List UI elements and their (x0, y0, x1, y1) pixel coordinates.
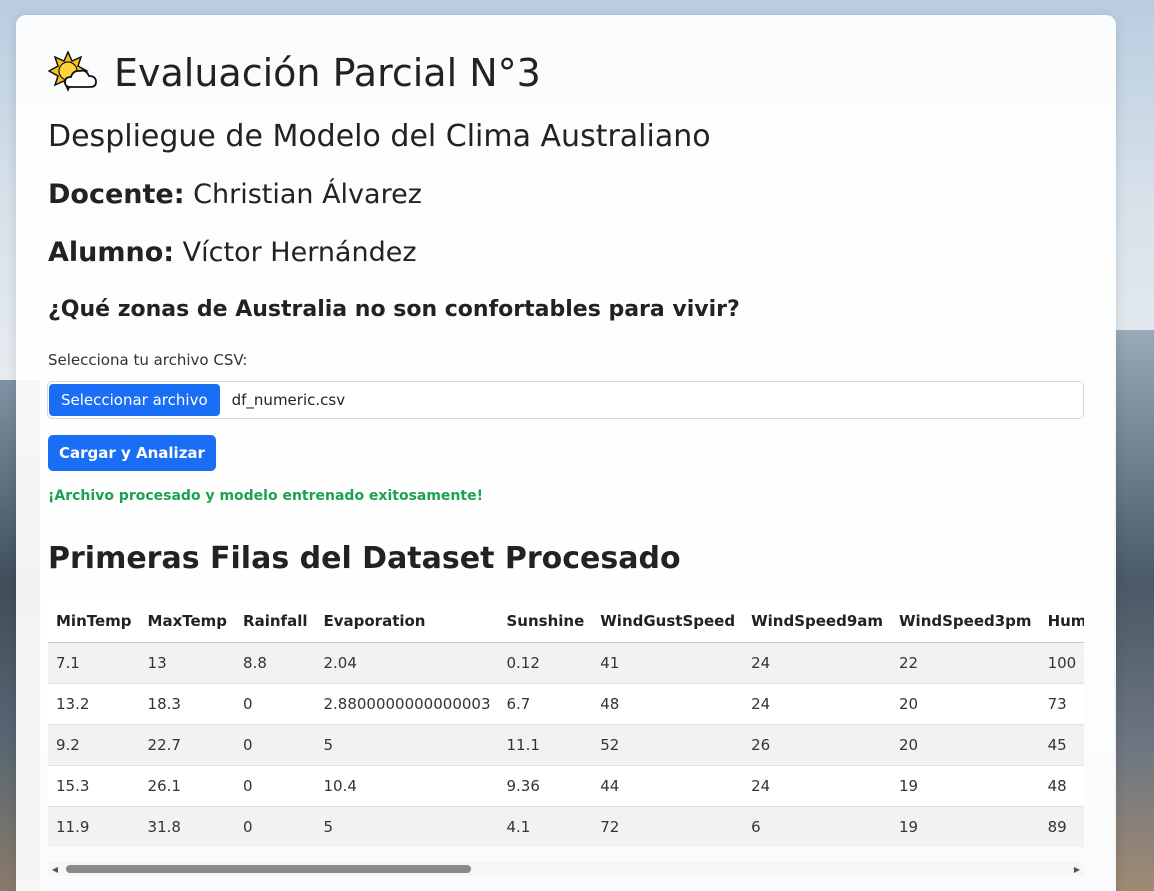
table-horizontal-scrollbar[interactable]: ◀ ▶ (48, 862, 1084, 876)
table-cell: 9.36 (498, 765, 593, 807)
table-cell: 45 (1039, 724, 1084, 766)
table-cell: 24 (743, 683, 892, 725)
table-cell: 2.04 (315, 642, 499, 684)
table-cell: 15.3 (48, 765, 140, 807)
table-cell: 10.4 (315, 765, 499, 807)
triangle-right-icon[interactable]: ▶ (1070, 862, 1084, 876)
table-cell: 73 (1039, 683, 1084, 725)
table-cell: 2.8800000000000003 (315, 683, 499, 725)
table-row: 11.9 31.8 0 5 4.1 72 6 19 89 (48, 806, 1084, 847)
alumno-line: Alumno: Víctor Hernández (48, 237, 417, 268)
table-cell: 24 (743, 765, 892, 807)
table-cell: 0 (235, 806, 316, 847)
table-cell: 22 (891, 642, 1040, 684)
table-cell: 9.2 (48, 724, 140, 766)
subtitle: Despliegue de Modelo del Clima Australia… (48, 119, 711, 154)
dataset-table: MinTemp MaxTemp Rainfall Evaporation Sun… (48, 601, 1084, 847)
page-title: Evaluación Parcial N°3 (47, 49, 541, 97)
table-cell: 6 (743, 806, 892, 847)
table-cell: 13.2 (48, 683, 140, 725)
table-cell: 18.3 (139, 683, 236, 725)
table-cell: 20 (891, 683, 1040, 725)
table-cell: 0 (235, 765, 316, 807)
main-card: Evaluación Parcial N°3 Despliegue de Mod… (16, 15, 1116, 891)
alumno-label: Alumno: (48, 237, 175, 268)
column-header: Evaporation (315, 601, 499, 643)
table-cell: 5 (315, 724, 499, 766)
column-header: WindSpeed3pm (891, 601, 1040, 643)
table-cell: 5 (315, 806, 499, 847)
table-cell: 20 (891, 724, 1040, 766)
table-cell: 0.12 (498, 642, 593, 684)
table-cell: 26.1 (139, 765, 236, 807)
sun-behind-cloud-icon (47, 49, 100, 97)
table-row: 13.2 18.3 0 2.8800000000000003 6.7 48 24… (48, 683, 1084, 725)
docente-name: Christian Álvarez (193, 179, 422, 210)
success-message: ¡Archivo procesado y modelo entrenado ex… (48, 488, 483, 504)
table-row: 9.2 22.7 0 5 11.1 52 26 20 45 (48, 724, 1084, 766)
file-input-label: Selecciona tu archivo CSV: (48, 351, 248, 369)
table-cell: 26 (743, 724, 892, 766)
table-row: 7.1 13 8.8 2.04 0.12 41 24 22 100 (48, 642, 1084, 684)
table-cell: 22.7 (139, 724, 236, 766)
question-heading: ¿Qué zonas de Australia no son confortab… (48, 297, 740, 322)
column-header: WindGustSpeed (592, 601, 744, 643)
alumno-name: Víctor Hernández (182, 237, 417, 268)
table-cell: 11.9 (48, 806, 140, 847)
table-cell: 13 (139, 642, 236, 684)
docente-label: Docente: (48, 179, 185, 210)
table-cell: 72 (592, 806, 744, 847)
table-cell: 48 (592, 683, 744, 725)
table-cell: 89 (1039, 806, 1084, 847)
table-cell: 19 (891, 806, 1040, 847)
table-cell: 31.8 (139, 806, 236, 847)
load-and-analyze-button[interactable]: Cargar y Analizar (48, 435, 216, 471)
table-cell: 44 (592, 765, 744, 807)
scroll-thumb[interactable] (66, 865, 471, 873)
table-cell: 52 (592, 724, 744, 766)
selected-file-name: df_numeric.csv (231, 391, 346, 409)
table-cell: 100 (1039, 642, 1084, 684)
triangle-left-icon[interactable]: ◀ (48, 862, 62, 876)
choose-file-button[interactable]: Seleccionar archivo (49, 384, 220, 416)
column-header: MinTemp (48, 601, 140, 643)
title-text: Evaluación Parcial N°3 (114, 51, 541, 95)
background-mountain-right (1114, 330, 1154, 891)
table-cell: 8.8 (235, 642, 316, 684)
dataset-section-title: Primeras Filas del Dataset Procesado (48, 541, 681, 576)
table-row: 15.3 26.1 0 10.4 9.36 44 24 19 48 (48, 765, 1084, 807)
column-header: WindSpeed9am (743, 601, 892, 643)
table-cell: 0 (235, 724, 316, 766)
column-header: Rainfall (235, 601, 316, 643)
table-cell: 7.1 (48, 642, 140, 684)
column-header: Humidity9am (1039, 601, 1084, 643)
table-cell: 19 (891, 765, 1040, 807)
column-header: Sunshine (498, 601, 593, 643)
docente-line: Docente: Christian Álvarez (48, 179, 422, 210)
csv-file-input[interactable]: Seleccionar archivo df_numeric.csv (47, 381, 1084, 419)
table-cell: 24 (743, 642, 892, 684)
table-cell: 11.1 (498, 724, 593, 766)
table-header-row: MinTemp MaxTemp Rainfall Evaporation Sun… (48, 601, 1084, 643)
table-cell: 41 (592, 642, 744, 684)
table-cell: 0 (235, 683, 316, 725)
table-cell: 4.1 (498, 806, 593, 847)
dataset-table-container[interactable]: MinTemp MaxTemp Rainfall Evaporation Sun… (48, 601, 1084, 847)
table-cell: 48 (1039, 765, 1084, 807)
table-cell: 6.7 (498, 683, 593, 725)
column-header: MaxTemp (139, 601, 236, 643)
